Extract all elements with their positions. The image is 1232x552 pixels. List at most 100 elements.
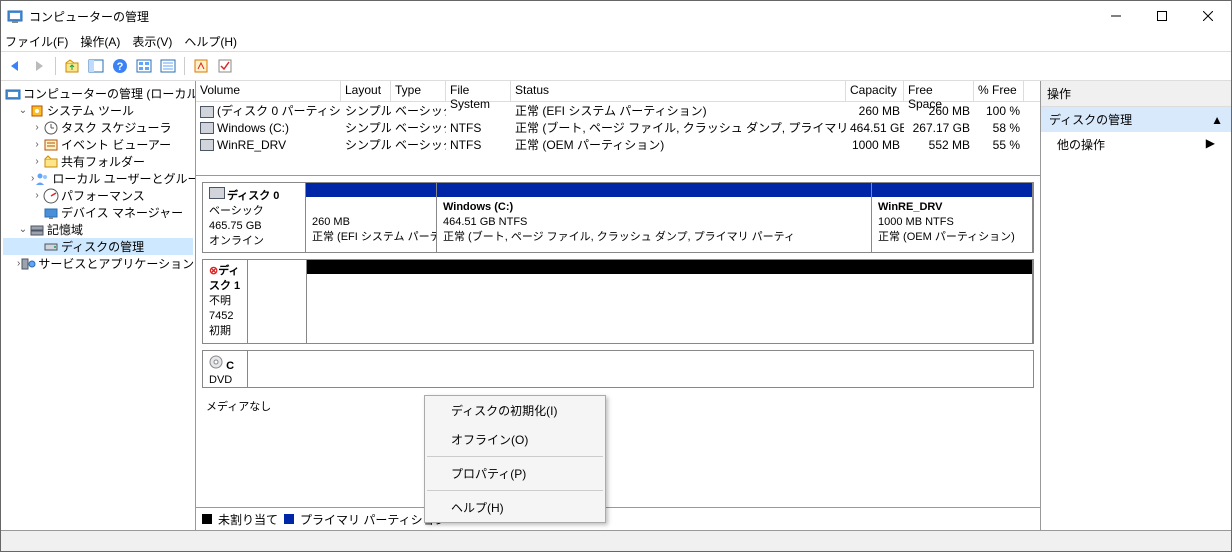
tree-disk[interactable]: ディスクの管理 bbox=[3, 238, 193, 255]
help-button[interactable]: ? bbox=[110, 56, 130, 76]
tree-shared-label: 共有フォルダー bbox=[61, 153, 145, 170]
disk-size: 465.75 GB bbox=[209, 220, 262, 232]
cell-cap: 464.51 GB bbox=[846, 121, 904, 135]
tree-storage[interactable]: ⌄記憶域 bbox=[3, 221, 193, 238]
disk-type: ベーシック bbox=[209, 205, 264, 217]
volume-header: Volume Layout Type File System Status Ca… bbox=[196, 81, 1040, 102]
tree-shared[interactable]: ›共有フォルダー bbox=[3, 153, 193, 170]
col-pctfree[interactable]: % Free bbox=[974, 81, 1024, 101]
ctx-offline[interactable]: オフライン(O) bbox=[425, 425, 605, 454]
cell-lay: シンプル bbox=[341, 102, 391, 119]
tree-systools-label: システム ツール bbox=[47, 102, 134, 119]
maximize-button[interactable] bbox=[1139, 1, 1185, 31]
disk-name: ディスク 0 bbox=[227, 190, 279, 202]
tree-perf[interactable]: ›パフォーマンス bbox=[3, 187, 193, 204]
menu-view[interactable]: 表示(V) bbox=[132, 33, 172, 50]
cell-fs: NTFS bbox=[446, 121, 511, 135]
tree-perf-label: パフォーマンス bbox=[61, 187, 145, 204]
cell-fr: 260 MB bbox=[904, 104, 974, 118]
tree-root[interactable]: コンピューターの管理 (ローカル) bbox=[3, 85, 193, 102]
part-size: 260 MB bbox=[312, 216, 350, 228]
disk-type: 不明 bbox=[209, 295, 231, 307]
menu-file[interactable]: ファイル(F) bbox=[5, 33, 68, 50]
part-desc: 正常 (OEM パーティション) bbox=[878, 231, 1015, 243]
cell-cap: 260 MB bbox=[846, 104, 904, 118]
col-layout[interactable]: Layout bbox=[341, 81, 391, 101]
volume-row[interactable]: WinRE_DRV シンプル ベーシック NTFS 正常 (OEM パーティショ… bbox=[196, 136, 1040, 153]
disk-state: 初期 bbox=[209, 325, 231, 337]
tree-root-label: コンピューターの管理 (ローカル) bbox=[23, 85, 196, 102]
refresh-button[interactable] bbox=[134, 56, 154, 76]
cell-pc: 58 % bbox=[974, 121, 1024, 135]
tree-storage-label: 記憶域 bbox=[47, 221, 83, 238]
disk-size: 7452 bbox=[209, 310, 233, 322]
partition[interactable]: Windows (C:)464.51 GB NTFS正常 (ブート, ページ フ… bbox=[436, 182, 872, 253]
tree-event[interactable]: ›イベント ビューアー bbox=[3, 136, 193, 153]
partition[interactable]: 260 MB正常 (EFI システム パーテ bbox=[305, 182, 437, 253]
legend-swatch-primary bbox=[284, 514, 294, 524]
disk-type: DVD bbox=[209, 374, 232, 386]
col-free[interactable]: Free Space bbox=[904, 81, 974, 101]
col-type[interactable]: Type bbox=[391, 81, 446, 101]
back-button[interactable] bbox=[5, 56, 25, 76]
cell-lay: シンプル bbox=[341, 119, 391, 136]
titlebar: コンピューターの管理 bbox=[1, 1, 1231, 31]
cell-vol: (ディスク 0 パーティション 1) bbox=[217, 104, 341, 118]
actions-item-label: 他の操作 bbox=[1057, 136, 1105, 153]
forward-button[interactable] bbox=[29, 56, 49, 76]
properties-button[interactable] bbox=[215, 56, 235, 76]
disk-row[interactable]: ⊗ディスク 1 不明 7452 初期 bbox=[202, 259, 1034, 343]
partition[interactable]: WinRE_DRV1000 MB NTFS正常 (OEM パーティション) bbox=[871, 182, 1033, 253]
up-button[interactable] bbox=[62, 56, 82, 76]
tree-disk-label: ディスクの管理 bbox=[61, 238, 144, 255]
partition-bar bbox=[437, 183, 871, 197]
minimize-button[interactable] bbox=[1093, 1, 1139, 31]
partition-empty bbox=[306, 350, 1033, 388]
volume-row[interactable]: Windows (C:) シンプル ベーシック NTFS 正常 (ブート, ペー… bbox=[196, 119, 1040, 136]
cell-st: 正常 (ブート, ページ ファイル, クラッシュ ダンプ, プライマリ パーティ… bbox=[511, 119, 846, 136]
disk-info: ディスク 0 ベーシック 465.75 GB オンライン bbox=[203, 183, 306, 252]
media-none-label: メディアなし bbox=[206, 398, 1030, 414]
chevron-right-icon: ▶ bbox=[1206, 136, 1215, 153]
cell-fs: NTFS bbox=[446, 138, 511, 152]
settings-button[interactable] bbox=[191, 56, 211, 76]
show-hide-tree-button[interactable] bbox=[86, 56, 106, 76]
volume-row[interactable]: (ディスク 0 パーティション 1) シンプル ベーシック 正常 (EFI シス… bbox=[196, 102, 1040, 119]
cell-vol: WinRE_DRV bbox=[217, 138, 286, 152]
part-size: 1000 MB NTFS bbox=[878, 216, 954, 228]
tree-local[interactable]: ›ローカル ユーザーとグループ bbox=[3, 170, 193, 187]
col-filesystem[interactable]: File System bbox=[446, 81, 511, 101]
actions-section[interactable]: ディスクの管理 ▲ bbox=[1041, 107, 1231, 132]
ctx-help[interactable]: ヘルプ(H) bbox=[425, 493, 605, 522]
actions-section-label: ディスクの管理 bbox=[1049, 111, 1132, 128]
col-volume[interactable]: Volume bbox=[196, 81, 341, 101]
tree-task[interactable]: ›タスク スケジューラ bbox=[3, 119, 193, 136]
toolbar: ? bbox=[1, 51, 1231, 81]
col-capacity[interactable]: Capacity bbox=[846, 81, 904, 101]
tree-task-label: タスク スケジューラ bbox=[61, 119, 172, 136]
disk-row[interactable]: C DVD bbox=[202, 350, 1034, 388]
cell-typ: ベーシック bbox=[391, 102, 446, 119]
disk-state: オンライン bbox=[209, 235, 264, 247]
menu-help[interactable]: ヘルプ(H) bbox=[184, 33, 237, 50]
disk-info: ⊗ディスク 1 不明 7452 初期 bbox=[203, 260, 248, 342]
disk-row[interactable]: ディスク 0 ベーシック 465.75 GB オンライン 260 MB正常 (E… bbox=[202, 182, 1034, 253]
actions-item-more[interactable]: 他の操作 ▶ bbox=[1041, 132, 1231, 157]
cell-fr: 267.17 GB bbox=[904, 121, 974, 135]
tree-dev[interactable]: デバイス マネージャー bbox=[3, 204, 193, 221]
ctx-init-disk[interactable]: ディスクの初期化(I) bbox=[425, 396, 605, 425]
col-status[interactable]: Status bbox=[511, 81, 846, 101]
partition-bar bbox=[872, 183, 1032, 197]
partition-unallocated[interactable] bbox=[306, 259, 1033, 343]
tree-svc[interactable]: ›サービスとアプリケーション bbox=[3, 255, 193, 272]
cell-st: 正常 (OEM パーティション) bbox=[511, 136, 846, 153]
list-button[interactable] bbox=[158, 56, 178, 76]
cell-pc: 100 % bbox=[974, 104, 1024, 118]
legend-unallocated: 未割り当て bbox=[218, 511, 278, 528]
tree-systools[interactable]: ⌄システム ツール bbox=[3, 102, 193, 119]
cell-fr: 552 MB bbox=[904, 138, 974, 152]
menu-action[interactable]: 操作(A) bbox=[80, 33, 120, 50]
cell-typ: ベーシック bbox=[391, 136, 446, 153]
ctx-properties[interactable]: プロパティ(P) bbox=[425, 459, 605, 488]
close-button[interactable] bbox=[1185, 1, 1231, 31]
